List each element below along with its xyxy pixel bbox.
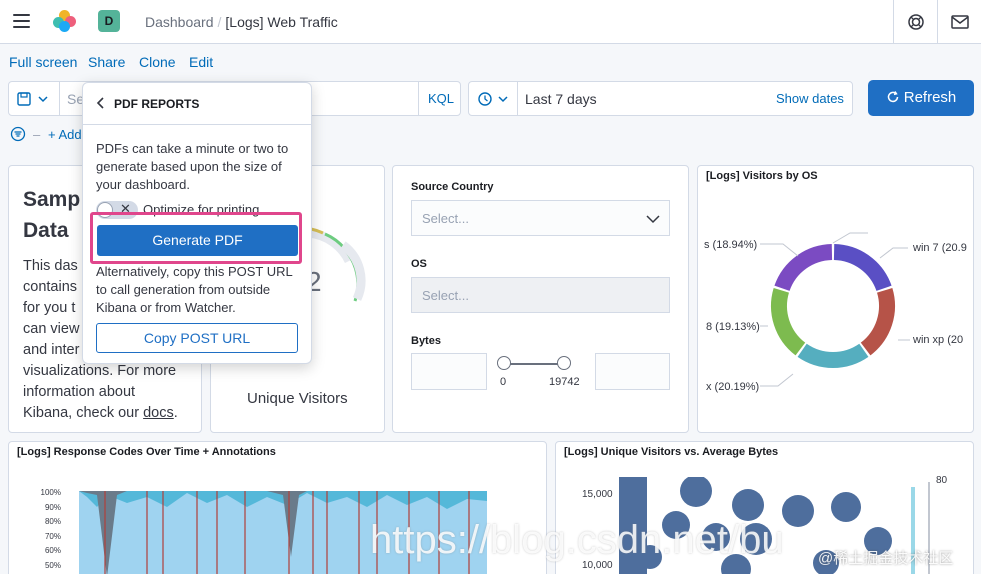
mail-icon[interactable] — [949, 11, 971, 33]
full-screen-link[interactable]: Full screen — [9, 54, 77, 70]
controls-panel: Source Country Select... OS Select... By… — [392, 165, 689, 433]
os-label-left-top: s (18.94%) — [704, 239, 758, 251]
os-label-left-bottom: x (20.19%) — [706, 381, 760, 393]
gauge-caption: Unique Visitors — [247, 390, 348, 407]
watermark-cn: @稀土掘金技术社区 — [818, 550, 954, 567]
y-tick: 90% — [44, 502, 61, 512]
generate-pdf-button[interactable]: Generate PDF — [97, 225, 298, 256]
time-range-label[interactable]: Last 7 days — [525, 91, 597, 107]
copy-post-url-button[interactable]: Copy POST URL — [96, 323, 298, 353]
share-link[interactable]: Share — [88, 54, 125, 70]
docs-link[interactable]: docs — [143, 405, 174, 421]
range-track — [503, 363, 565, 365]
range-max-value: 19742 — [549, 376, 580, 388]
bytes-label: Bytes — [411, 335, 441, 347]
breadcrumb-current: [Logs] Web Traffic — [225, 14, 338, 30]
range-min-value: 0 — [500, 376, 507, 388]
panel-title: [Logs] Response Codes Over Time + Annota… — [17, 446, 276, 458]
bytes-max-input[interactable] — [595, 353, 670, 390]
divider — [517, 82, 518, 115]
markdown-text: Kibana, check our — [23, 405, 144, 421]
markdown-line: visualizations. For more — [23, 363, 177, 379]
select-placeholder: Select... — [422, 211, 469, 226]
markdown-line: Kibana, check our docs. — [23, 403, 178, 424]
select-placeholder: Select... — [422, 288, 469, 303]
markdown-line: information about — [23, 384, 136, 400]
back-chevron-icon[interactable] — [95, 96, 105, 110]
y-tick: 100% — [40, 488, 61, 497]
visitors-by-os-panel: [Logs] Visitors by OS s (18.94%) 8 (19.1… — [697, 165, 974, 433]
top-header: D Dashboard / [Logs] Web Traffic — [0, 0, 981, 44]
edit-link[interactable]: Edit — [189, 54, 213, 70]
range-min-handle[interactable] — [497, 356, 511, 370]
source-country-label: Source Country — [411, 181, 494, 193]
os-label: OS — [411, 258, 427, 270]
breadcrumb-dashboard[interactable]: Dashboard — [145, 14, 214, 30]
show-dates-link[interactable]: Show dates — [776, 91, 844, 106]
y-tick: 60% — [44, 546, 61, 556]
markdown-text: . — [173, 405, 178, 421]
filter-options-icon[interactable] — [10, 126, 26, 142]
y-tick: 70% — [44, 531, 61, 541]
breadcrumb-separator: / — [217, 14, 222, 30]
chevron-down-icon — [646, 215, 660, 224]
os-select[interactable]: Select... — [411, 277, 670, 313]
divider — [418, 82, 419, 115]
os-label-left-mid: 8 (19.13%) — [706, 321, 760, 333]
add-filter-link[interactable]: + Add — [48, 127, 82, 142]
bytes-min-input[interactable] — [411, 353, 487, 390]
saved-query-button[interactable] — [17, 91, 57, 108]
elastic-logo-icon[interactable] — [53, 10, 77, 32]
markdown-title-line: Samp — [23, 188, 81, 211]
range-max-handle[interactable] — [557, 356, 571, 370]
os-label-right-top: win 7 (20.9 — [913, 242, 967, 254]
quick-menu-button[interactable] — [477, 91, 521, 108]
popover-title: PDF REPORTS — [114, 97, 200, 111]
space-avatar[interactable]: D — [98, 10, 120, 32]
markdown-title-line: Data — [23, 219, 69, 242]
panel-title: [Logs] Unique Visitors vs. Average Bytes — [564, 446, 779, 458]
refresh-button[interactable]: Refresh — [868, 80, 974, 116]
popover-description: PDFs can take a minute or two to generat… — [96, 141, 289, 192]
panel-title: [Logs] Visitors by OS — [706, 170, 818, 182]
divider — [937, 0, 938, 44]
refresh-label: Refresh — [903, 89, 957, 106]
refresh-icon — [886, 82, 900, 103]
y-tick: 15,000 — [582, 489, 613, 500]
clone-link[interactable]: Clone — [139, 54, 176, 70]
y-tick: 50% — [44, 560, 61, 570]
help-icon[interactable] — [905, 11, 927, 33]
os-label-right-bottom: win xp (20 — [913, 334, 964, 346]
watermark-url: https://blog.csdn.net/bu — [370, 518, 784, 562]
alternative-text: Alternatively, copy this POST URL to cal… — [96, 264, 293, 315]
filter-dash: – — [33, 127, 41, 142]
y-tick: 80% — [44, 517, 61, 527]
divider — [59, 82, 60, 115]
kql-toggle[interactable]: KQL — [428, 91, 454, 106]
y-axis-ticks: 100% 90% 80% 70% 60% 50% — [19, 486, 61, 574]
divider — [83, 124, 311, 125]
breadcrumb: Dashboard / [Logs] Web Traffic — [145, 14, 338, 30]
source-country-select[interactable]: Select... — [411, 200, 670, 236]
markdown-title: Samp Data — [23, 184, 80, 246]
date-picker: Last 7 days Show dates — [468, 81, 853, 116]
menu-icon[interactable] — [13, 14, 30, 28]
divider — [893, 0, 894, 44]
pdf-reports-popover: PDF REPORTS PDFs can take a minute or tw… — [82, 82, 312, 364]
